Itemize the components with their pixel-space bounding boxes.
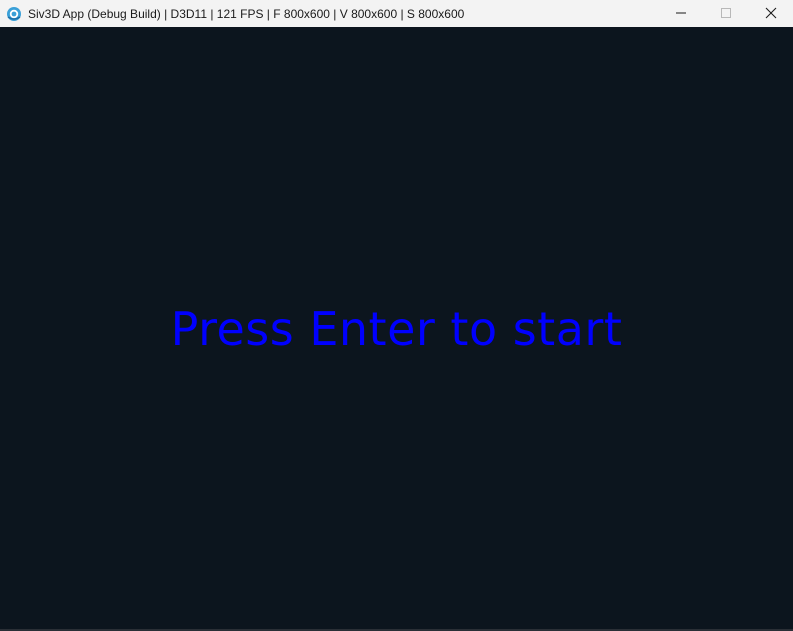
close-icon [765,4,777,23]
minimize-button[interactable] [658,0,703,27]
title-bar[interactable]: Siv3D App (Debug Build) | D3D11 | 121 FP… [0,0,793,27]
maximize-icon [720,4,732,23]
start-prompt: Press Enter to start [170,302,623,356]
siv3d-logo-icon [6,6,22,22]
close-button[interactable] [748,0,793,27]
app-window: Siv3D App (Debug Build) | D3D11 | 121 FP… [0,0,793,631]
maximize-button[interactable] [703,0,748,27]
minimize-icon [675,4,687,23]
window-title: Siv3D App (Debug Build) | D3D11 | 121 FP… [28,6,465,21]
game-canvas[interactable]: Press Enter to start [0,27,793,629]
